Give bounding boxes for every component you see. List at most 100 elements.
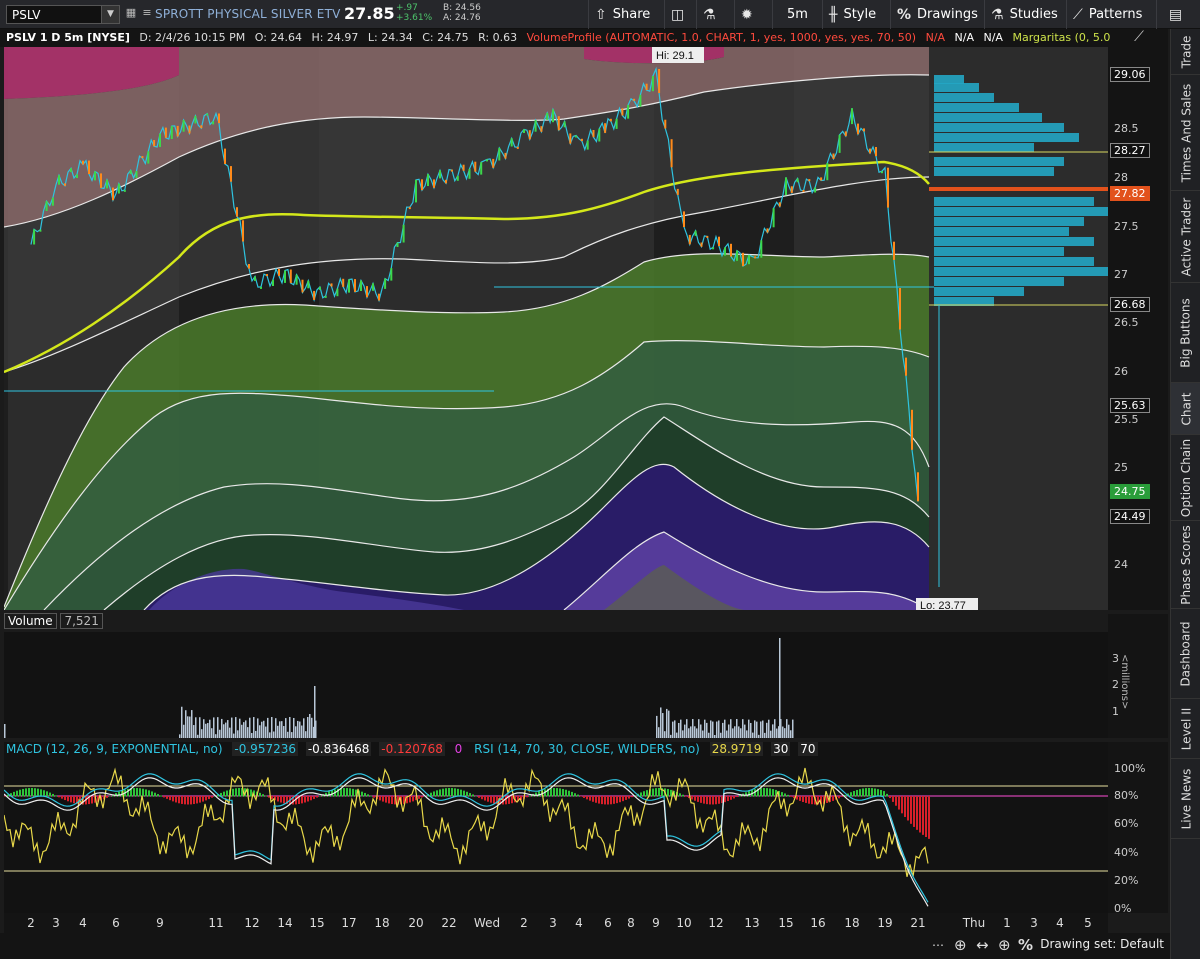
volume-profile-label[interactable]: VolumeProfile (AUTOMATIC, 1.0, CHART, 1,… — [527, 31, 916, 44]
price-candle — [486, 159, 488, 162]
price-candle — [633, 98, 636, 101]
price-candle — [112, 187, 114, 201]
style-button[interactable]: ╫ Style — [822, 0, 890, 29]
price-chart[interactable]: Hi: 29.1 Lo: 23.77 — [4, 47, 1108, 610]
macd-hist-bar — [472, 794, 474, 797]
collapse-icon[interactable]: ⟋ — [1110, 29, 1168, 47]
share-button[interactable]: ⇧ Share — [588, 0, 664, 29]
sidebar-tab-label: Phase Scores — [1179, 524, 1194, 605]
volume-tick: 3 — [1112, 652, 1119, 665]
price-candle — [188, 125, 191, 134]
sidebar-tab-big-buttons[interactable]: Big Buttons — [1171, 283, 1200, 383]
price-candle — [826, 163, 829, 181]
symbol-dropdown-icon[interactable]: ▼ — [101, 6, 119, 23]
price-candle — [123, 189, 126, 192]
volume-bar — [209, 719, 211, 738]
price-candle — [893, 241, 895, 260]
time-axis[interactable]: 2 3 4 6 9 11 12 14 15 17 18 20 22 Wed 2 3 4 6 8 9 10 12 13 15 16… — [4, 913, 1108, 933]
macd-hist-bar — [715, 796, 717, 805]
volume-bar — [293, 717, 295, 738]
macd-hist-bar — [760, 788, 762, 797]
time-tick: 16 — [810, 916, 826, 930]
studies-button[interactable]: ⚗ Studies — [984, 0, 1064, 29]
volume-bar — [718, 720, 720, 738]
volume-bar — [243, 722, 245, 738]
patterns-button[interactable]: ⟋ Patterns — [1066, 0, 1154, 29]
sidebar-tab-level-ii[interactable]: Level II — [1171, 699, 1200, 759]
bar-close: C: 24.75 — [422, 31, 469, 44]
macd-hist-bar — [175, 796, 177, 803]
macd-hist-bar — [250, 789, 252, 797]
macd-label[interactable]: MACD (12, 26, 9, EXPONENTIAL, no) — [4, 742, 225, 756]
macd-hist-bar — [889, 796, 891, 799]
volume-bar — [658, 727, 660, 738]
rsi-oversold: 30 — [771, 742, 791, 756]
drawing-set-selector[interactable]: Drawing set: Default — [1040, 937, 1164, 951]
macd-hist-bar — [265, 795, 267, 797]
price-candle — [766, 228, 769, 233]
volume-bar — [267, 717, 269, 738]
sidebar-tab-times-and-sales[interactable]: Times And Sales — [1171, 75, 1200, 191]
timeframe-button[interactable]: 5m — [772, 0, 822, 29]
price-candle — [313, 290, 316, 300]
layout-button[interactable]: ▤ — [1156, 0, 1200, 29]
macd-rsi-pane[interactable] — [4, 760, 1108, 913]
settings-button[interactable]: ✹ — [734, 0, 772, 29]
price-candle — [82, 160, 84, 165]
sidebar-tab-active-trader[interactable]: Active Trader — [1171, 191, 1200, 283]
snapshot-button[interactable]: ◫ — [664, 0, 696, 29]
price-candle — [688, 234, 691, 245]
volume-bar — [179, 734, 181, 738]
menu-icon[interactable]: ≡ — [140, 6, 154, 20]
macd-hist-bar — [268, 796, 270, 798]
vp-row — [934, 83, 979, 92]
percent-toggle-icon[interactable]: % — [1018, 936, 1033, 954]
price-candle — [552, 109, 554, 123]
crosshair-icon[interactable]: ⊕ — [998, 936, 1011, 954]
volume-bar — [779, 638, 781, 738]
volume-bar — [213, 717, 215, 738]
price-candle — [378, 293, 380, 301]
price-candle — [742, 252, 744, 267]
price-axis[interactable]: 29.06 28.5 28.27 28 27.82 27.5 27 26.68 … — [1108, 47, 1168, 610]
volume-bar — [211, 728, 213, 738]
volume-bar — [678, 722, 680, 738]
zoom-in-icon[interactable]: ⊕ — [954, 936, 967, 954]
volume-bar — [205, 723, 207, 738]
volume-bar — [752, 732, 754, 738]
sidebar-tab-dashboard[interactable]: Dashboard — [1171, 609, 1200, 699]
price-candle — [348, 279, 350, 293]
macd-hist-bar — [370, 795, 372, 797]
drawings-button[interactable]: % Drawings — [890, 0, 980, 29]
margaritas-study-label[interactable]: Margaritas (0, 5.0,... — [1012, 31, 1110, 44]
link-icon[interactable]: ▦ — [124, 6, 138, 20]
macd-hist-bar — [136, 788, 138, 797]
price-candle — [706, 235, 709, 238]
macd-hist-bar — [655, 788, 657, 797]
sidebar-tab-trade[interactable]: Trade — [1171, 29, 1200, 75]
macd-hist-bar — [781, 792, 783, 797]
price-box-29-06: 29.06 — [1110, 67, 1150, 82]
macd-hist-bar — [595, 796, 597, 803]
rsi-label[interactable]: RSI (14, 70, 30, CLOSE, WILDERS, no) — [472, 742, 702, 756]
macd-hist-bar — [412, 796, 414, 802]
last-price: 27.85 — [344, 4, 395, 23]
volume-label[interactable]: Volume — [4, 613, 57, 629]
pan-icon[interactable]: ↔ — [976, 936, 989, 954]
macd-hist-bar — [409, 796, 411, 803]
volume-bar — [281, 721, 283, 738]
time-tick: 18 — [844, 916, 860, 930]
volume-bar — [722, 722, 724, 738]
sidebar-tab-option-chain[interactable]: Option Chain — [1171, 435, 1200, 521]
volume-pane[interactable] — [4, 632, 1108, 738]
sidebar-tab-live-news[interactable]: Live News — [1171, 759, 1200, 839]
macd-hist-bar — [565, 789, 567, 797]
symbol-input[interactable]: PSLV ▼ — [6, 5, 120, 24]
dots-icon[interactable]: ⋯ — [932, 938, 944, 952]
flask-button[interactable]: ⚗ — [696, 0, 734, 29]
sidebar-tab-phase-scores[interactable]: Phase Scores — [1171, 521, 1200, 609]
price-candle — [694, 230, 697, 236]
macd-hist-bar — [301, 796, 303, 804]
macd-hist-bar — [640, 792, 642, 797]
sidebar-tab-chart[interactable]: Chart — [1171, 383, 1200, 435]
